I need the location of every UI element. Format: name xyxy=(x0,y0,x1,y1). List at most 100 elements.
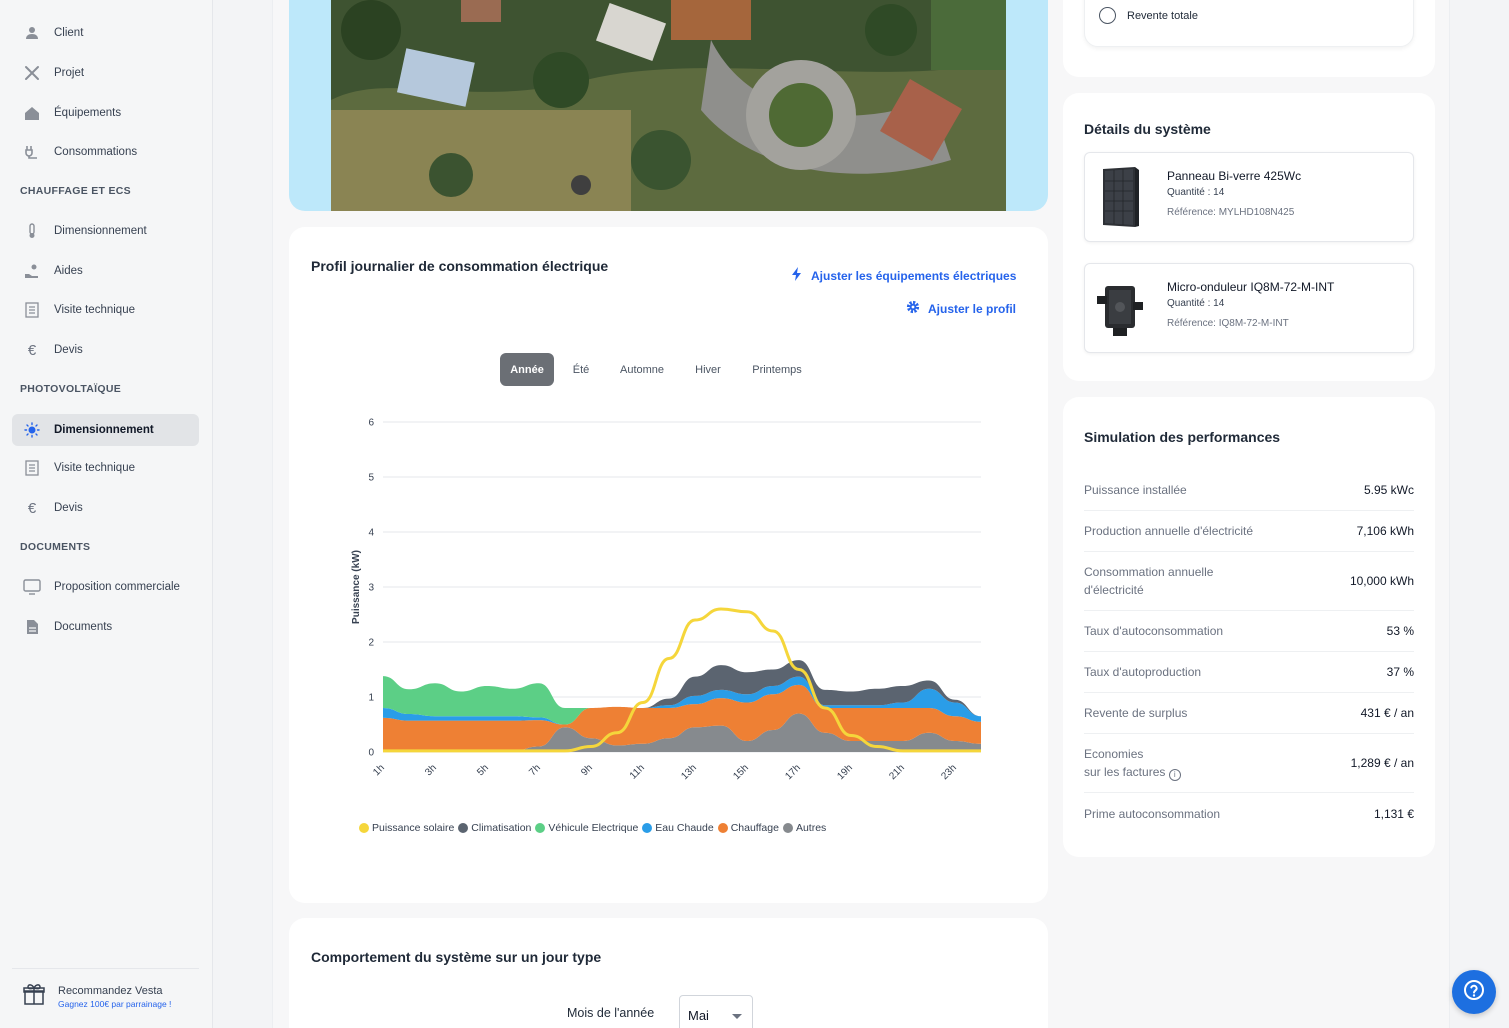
sidebar-item-label: Dimensionnement xyxy=(54,424,154,436)
info-icon[interactable]: i xyxy=(1168,769,1181,781)
sidebar-item-documents[interactable]: Documents xyxy=(12,611,199,643)
x-tick-label: 9h xyxy=(579,763,595,779)
tab-automne[interactable]: Automne xyxy=(612,353,672,386)
perf-row-surplus-resale: Revente de surplus 431 € / an xyxy=(1084,693,1414,734)
sidebar-item-equipements[interactable]: Équipements xyxy=(12,97,199,129)
document-icon xyxy=(22,617,42,637)
legend-item[interactable]: Puissance solaire xyxy=(359,822,454,834)
x-tick-label: 23h xyxy=(939,763,959,783)
legend-item[interactable]: Autres xyxy=(782,822,827,834)
legend-color-swatch xyxy=(535,823,546,833)
equipment-item-microinverter[interactable]: Micro-onduleur IQ8M-72-M-INT Quantité : … xyxy=(1084,263,1414,353)
consumption-title: Profil journalier de consommation électr… xyxy=(311,258,609,274)
sun-icon xyxy=(22,420,42,440)
perf-label: Puissance installée xyxy=(1084,483,1187,497)
y-tick-label: 0 xyxy=(368,748,374,759)
y-axis-label: Puissance (kW) xyxy=(351,550,362,624)
sidebar-item-projet[interactable]: Projet xyxy=(12,57,199,89)
perf-label: Taux d'autoproduction xyxy=(1084,665,1202,679)
equipment-name: Micro-onduleur IQ8M-72-M-INT xyxy=(1167,280,1335,294)
x-tick-label: 5h xyxy=(475,763,491,779)
perf-label-line2: d'électricité xyxy=(1084,583,1144,597)
perf-value: 10,000 kWh xyxy=(1349,574,1414,588)
x-tick-label: 11h xyxy=(628,763,647,782)
legend-color-swatch xyxy=(359,823,369,833)
sidebar-item-label: Visite technique xyxy=(54,462,135,474)
perf-row-prime: Prime autoconsommation 1,131 € xyxy=(1084,793,1414,834)
perf-row-annual-consumption: Consommation annuelle d'électricité 10,00… xyxy=(1084,552,1414,611)
sidebar: Client Projet Équipements Consommations … xyxy=(0,0,213,1028)
legend-item[interactable]: Eau Chaude xyxy=(642,822,714,834)
x-tick-label: 1h xyxy=(371,763,387,779)
lightning-icon xyxy=(791,267,811,284)
adjust-profile-button[interactable]: Ajuster le profil xyxy=(906,300,1016,317)
adjust-equipment-button[interactable]: Ajuster les équipements électriques xyxy=(791,267,1016,284)
gift-icon xyxy=(22,982,46,1011)
perf-value: 1,131 € xyxy=(1373,806,1414,821)
perf-value: 1,289 € / an xyxy=(1350,756,1414,770)
behavior-card xyxy=(289,918,1048,1028)
legend-label: Puissance solaire xyxy=(372,822,455,834)
y-tick-label: 6 xyxy=(368,418,374,429)
perf-value: 53 % xyxy=(1386,624,1414,638)
legend-item[interactable]: Chauffage xyxy=(717,822,779,834)
legend-item[interactable]: Véhicule Electrique xyxy=(535,822,638,834)
sidebar-item-devis-chauffage[interactable]: € Devis xyxy=(12,334,199,366)
equipment-item-panel[interactable]: Panneau Bi-verre 425Wc Quantité : 14 Réf… xyxy=(1084,152,1414,242)
y-tick-label: 1 xyxy=(368,693,374,704)
radio-button[interactable] xyxy=(1099,7,1116,24)
legend-label: Véhicule Electrique xyxy=(548,822,639,834)
help-button[interactable] xyxy=(1452,970,1496,1014)
checklist-icon xyxy=(22,458,42,478)
legend-item[interactable]: Climatisation xyxy=(458,822,531,834)
roof-map[interactable] xyxy=(289,0,1048,211)
euro-icon: € xyxy=(27,499,37,517)
sidebar-item-dimensionnement-pv[interactable]: Dimensionnement xyxy=(12,414,199,446)
sidebar-item-dimensionnement-chauffage[interactable]: Dimensionnement xyxy=(12,215,199,247)
sidebar-item-client[interactable]: Client xyxy=(12,17,199,49)
perf-value: 5.95 kWc xyxy=(1363,483,1414,497)
equipment-reference: Référence: MYLHD108N425 xyxy=(1167,207,1295,218)
sidebar-item-visite-technique-chauffage[interactable]: Visite technique xyxy=(12,294,199,326)
sidebar-item-consommations[interactable]: Consommations xyxy=(12,136,199,168)
sidebar-item-label: Client xyxy=(54,27,84,39)
aerial-photo xyxy=(331,0,1006,211)
user-icon xyxy=(22,23,42,43)
y-tick-label: 2 xyxy=(368,638,374,649)
promo-subtitle[interactable]: Gagnez 100€ par parrainage ! xyxy=(58,999,171,1009)
question-icon xyxy=(1463,979,1485,1006)
perf-value: 431 € / an xyxy=(1360,706,1414,720)
perf-value: 7,106 kWh xyxy=(1356,524,1414,538)
month-select[interactable]: Mai xyxy=(679,995,753,1028)
consumption-chart: 0 1 2 3 4 5 6 Puissance (kW) 1h 3h 5h 7h 9h 11h 13h 15h… xyxy=(351,418,981,783)
equipment-reference: Référence: IQ8M-72-M-INT xyxy=(1167,318,1289,329)
tab-hiver[interactable]: Hiver xyxy=(686,353,730,386)
solar-panel-icon xyxy=(1099,165,1143,234)
thermometer-icon xyxy=(22,221,42,241)
sidebar-item-devis-pv[interactable]: € Devis xyxy=(12,492,199,524)
y-tick-label: 5 xyxy=(368,473,374,484)
section-title-documents: DOCUMENTS xyxy=(20,541,91,553)
sidebar-item-aides[interactable]: Aides xyxy=(12,255,199,287)
x-tick-label: 19h xyxy=(835,763,855,783)
sidebar-item-label: Aides xyxy=(54,265,83,277)
behavior-title: Comportement du système sur un jour type xyxy=(311,949,602,965)
perf-label-line2: sur les factures xyxy=(1084,765,1166,779)
tab-printemps[interactable]: Printemps xyxy=(742,353,812,386)
tab-annee[interactable]: Année xyxy=(500,353,554,386)
legend-label: Climatisation xyxy=(471,822,532,834)
tab-ete[interactable]: Été xyxy=(562,353,600,386)
legend-label: Eau Chaude xyxy=(655,822,714,834)
sidebar-item-label: Devis xyxy=(54,344,83,356)
equipment-quantity: Quantité : 14 xyxy=(1167,187,1225,198)
perf-label-line1: Economies xyxy=(1084,747,1144,761)
x-tick-label: 3h xyxy=(423,763,439,779)
legend-color-swatch xyxy=(717,823,728,833)
sidebar-item-visite-technique-pv[interactable]: Visite technique xyxy=(12,452,199,484)
resale-total-option[interactable]: Revente totale xyxy=(1099,7,1198,24)
referral-promo[interactable]: Recommandez Vesta Gagnez 100€ par parrai… xyxy=(12,968,199,1024)
legend-label: Autres xyxy=(795,822,827,834)
equipment-name: Panneau Bi-verre 425Wc xyxy=(1167,169,1302,183)
checklist-icon xyxy=(22,300,42,320)
sidebar-item-proposition-commerciale[interactable]: Proposition commerciale xyxy=(12,571,199,603)
